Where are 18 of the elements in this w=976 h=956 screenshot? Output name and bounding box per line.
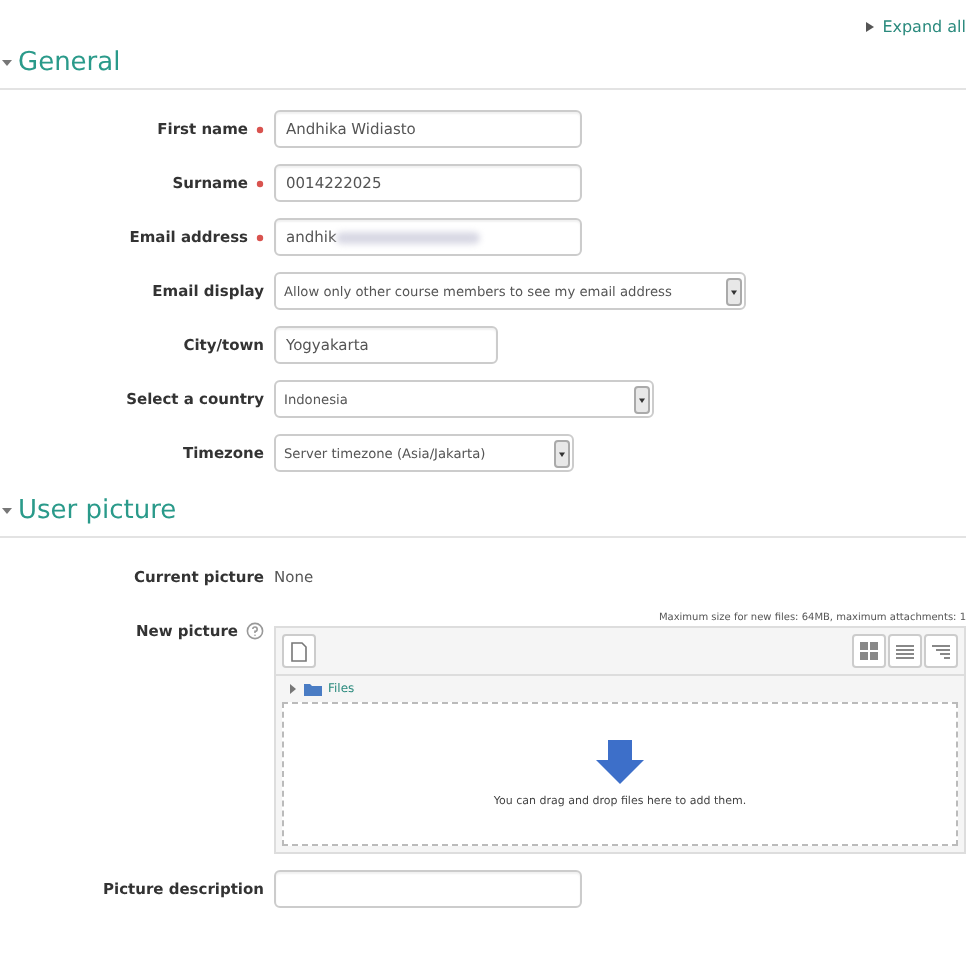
list-icon xyxy=(896,643,914,659)
help-icon[interactable] xyxy=(246,622,264,640)
dropdown-caret-icon xyxy=(726,277,742,305)
grid-view-button[interactable] xyxy=(852,634,886,668)
dropdown-caret-icon xyxy=(554,439,570,467)
text-field[interactable] xyxy=(274,870,582,908)
folder-icon xyxy=(304,682,322,696)
arrow-down-icon xyxy=(596,740,644,784)
file-icon xyxy=(290,641,308,661)
tree-view-button[interactable] xyxy=(924,634,958,668)
add-file-button[interactable] xyxy=(282,634,316,668)
expand-icon xyxy=(866,21,875,31)
dropdown-caret-icon xyxy=(634,385,650,413)
expand-icon xyxy=(288,684,298,694)
expand-all-link[interactable]: Expand all xyxy=(866,12,966,40)
list-view-button[interactable] xyxy=(888,634,922,668)
grid-icon xyxy=(860,642,878,660)
tree-list-icon xyxy=(932,643,950,659)
